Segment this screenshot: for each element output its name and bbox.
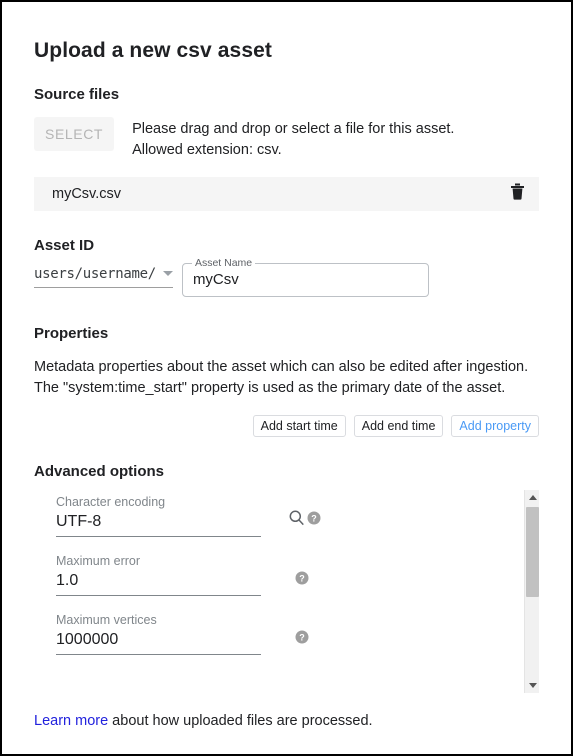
- scroll-up-arrow-icon[interactable]: [525, 490, 539, 505]
- learn-more-rest: about how uploaded files are processed.: [108, 713, 373, 729]
- search-icon[interactable]: [288, 509, 305, 531]
- character-encoding-label: Character encoding: [56, 495, 166, 509]
- maximum-vertices-field[interactable]: Maximum vertices 1000000 ?: [56, 612, 309, 655]
- trash-icon[interactable]: [510, 183, 525, 205]
- maximum-error-value: 1.0: [56, 569, 261, 596]
- maximum-error-icons: ?: [295, 571, 309, 590]
- help-icon[interactable]: ?: [295, 630, 309, 649]
- asset-name-field[interactable]: Asset Name myCsv: [181, 257, 429, 297]
- maximum-vertices-value: 1000000: [56, 628, 261, 655]
- asset-id-heading: Asset ID: [34, 237, 95, 254]
- next-field-clipped-label: [56, 669, 261, 673]
- learn-more-line: Learn more about how uploaded files are …: [34, 711, 539, 731]
- advanced-options-content: Character encoding UTF-8 ? Maximum error…: [34, 490, 509, 673]
- help-icon[interactable]: ?: [307, 511, 321, 530]
- advanced-options-scrollbar[interactable]: [524, 490, 539, 693]
- advanced-options-heading: Advanced options: [34, 463, 165, 480]
- scrollbar-thumb[interactable]: [526, 507, 539, 597]
- select-file-button[interactable]: SELECT: [34, 117, 115, 151]
- upload-asset-dialog: Upload a new csv asset Source files SELE…: [2, 2, 571, 754]
- asset-path-prefix-value: users/username/: [34, 265, 156, 282]
- learn-more-link[interactable]: Learn more: [34, 713, 108, 729]
- help-icon[interactable]: ?: [295, 571, 309, 590]
- asset-name-label: Asset Name: [191, 257, 256, 269]
- maximum-error-label: Maximum error: [56, 554, 141, 568]
- advanced-options-scroll-region: Character encoding UTF-8 ? Maximum error…: [34, 490, 539, 693]
- properties-description-line2: The "system:time_start" property is used…: [34, 380, 506, 396]
- properties-button-row: Add start time Add end time Add property: [34, 415, 539, 437]
- svg-text:?: ?: [299, 632, 305, 642]
- maximum-error-field[interactable]: Maximum error 1.0 ?: [56, 553, 309, 596]
- add-property-button[interactable]: Add property: [451, 415, 539, 437]
- asset-name-value: myCsv: [192, 271, 239, 288]
- drop-instructions: Please drag and drop or select a file fo…: [132, 117, 454, 161]
- asset-path-prefix-dropdown[interactable]: users/username/: [34, 264, 173, 288]
- properties-heading: Properties: [34, 325, 109, 342]
- properties-description-line1: Metadata properties about the asset whic…: [34, 359, 529, 375]
- properties-description: Metadata properties about the asset whic…: [34, 357, 539, 399]
- character-encoding-value: UTF-8: [56, 510, 261, 537]
- upload-asset-dialog-screen: Upload a new csv asset Source files SELE…: [0, 0, 573, 756]
- file-list-item: myCsv.csv: [34, 177, 539, 211]
- character-encoding-field[interactable]: Character encoding UTF-8 ?: [56, 494, 321, 537]
- scroll-down-arrow-icon[interactable]: [525, 678, 539, 693]
- maximum-vertices-icons: ?: [295, 630, 309, 649]
- file-name-label: myCsv.csv: [52, 186, 122, 202]
- character-encoding-icons: ?: [288, 509, 321, 531]
- drop-instructions-line2: Allowed extension: csv.: [132, 142, 282, 158]
- asset-id-row: users/username/ Asset Name myCsv: [34, 257, 539, 297]
- add-end-time-button[interactable]: Add end time: [353, 415, 444, 437]
- source-files-heading: Source files: [34, 86, 120, 103]
- drop-instructions-line1: Please drag and drop or select a file fo…: [132, 121, 455, 137]
- source-files-row: SELECT Please drag and drop or select a …: [34, 117, 539, 161]
- svg-text:?: ?: [311, 513, 317, 523]
- add-start-time-button[interactable]: Add start time: [252, 415, 346, 437]
- page-title: Upload a new csv asset: [34, 39, 272, 62]
- svg-text:?: ?: [299, 573, 305, 583]
- chevron-down-icon: [162, 271, 173, 276]
- maximum-vertices-label: Maximum vertices: [56, 613, 157, 627]
